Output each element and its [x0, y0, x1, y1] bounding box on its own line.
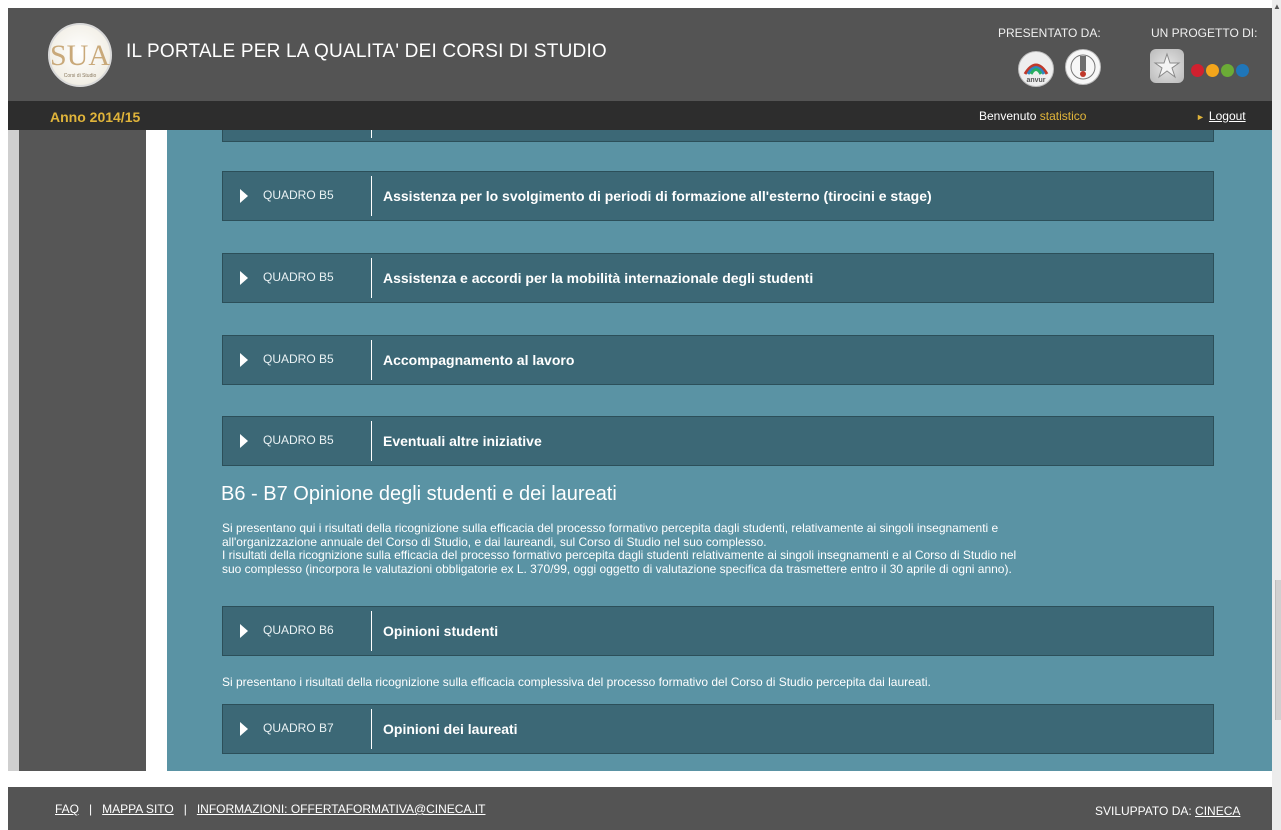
anvur-logo[interactable]: anvur [1018, 51, 1054, 87]
row-divider [371, 709, 372, 749]
expand-triangle-icon[interactable] [240, 722, 248, 736]
scrollbar-thumb[interactable] [1275, 580, 1281, 720]
expand-triangle-icon[interactable] [240, 271, 248, 285]
cineca-link[interactable]: CINECA [1195, 804, 1240, 818]
italian-republic-emblem [1150, 49, 1184, 83]
quadro-title: Opinioni studenti [383, 623, 499, 639]
username: statistico [1039, 109, 1087, 123]
expand-triangle-icon[interactable] [240, 189, 248, 203]
quadro-row[interactable]: QUADRO B5 Accompagnamento al lavoro [222, 335, 1214, 385]
description-line: I risultati della ricognizione sulla eff… [222, 548, 1017, 562]
quadro-code: QUADRO B5 [263, 270, 334, 284]
sitemap-link[interactable]: MAPPA SITO [102, 802, 174, 816]
miur-dot-i [1206, 64, 1219, 77]
description-line: Si presentano qui i risultati della rico… [222, 521, 999, 535]
quadro-title: Eventuali altre iniziative [383, 433, 542, 449]
expand-triangle-icon[interactable] [240, 353, 248, 367]
quadro-title: Assistenza per lo svolgimento di periodi… [383, 188, 932, 204]
site-footer: FAQ | MAPPA SITO | INFORMAZIONI: OFFERTAFORM… [8, 787, 1272, 830]
logout-area: ► Logout [1196, 109, 1246, 123]
logo-text: SUA [50, 39, 110, 72]
footer-links: FAQ | MAPPA SITO | INFORMAZIONI: OFFERTAFORM… [55, 802, 485, 816]
expand-triangle-icon[interactable] [240, 434, 248, 448]
sua-logo[interactable]: SUA Corsi di Studio [48, 23, 112, 87]
scroll-up-arrow-icon[interactable]: ▲ [1273, 2, 1281, 12]
quadro-row[interactable]: QUADRO B7 Opinioni dei laureati [222, 704, 1214, 754]
row-divider [371, 611, 372, 651]
description-line: suo complesso (incorpora le valutazioni … [222, 561, 1012, 576]
row-divider [371, 421, 372, 461]
description-line: all'organizzazione annuale del Corso di … [222, 534, 767, 549]
miur-dot-m [1191, 64, 1204, 77]
miur-logo[interactable] [1191, 63, 1265, 79]
footer-separator: | [183, 802, 187, 816]
logo-sub: Corsi di Studio [64, 73, 97, 79]
quadro-code: QUADRO B6 [263, 623, 334, 637]
quadro-code: QUADRO B5 [263, 433, 334, 447]
anvur-text: anvur [1026, 77, 1045, 84]
row-divider [371, 176, 372, 216]
quadro-title: Assistenza e accordi per la mobilità int… [383, 270, 814, 286]
presented-by-label: PRESENTATO DA: [998, 26, 1101, 40]
quadro-code: QUADRO B5 [263, 352, 334, 366]
quadro-row[interactable]: QUADRO B5 Assistenza per lo svolgimento … [222, 171, 1214, 221]
project-by-label: UN PROGETTO DI: [1151, 26, 1258, 40]
site-header: SUA Corsi di Studio IL PORTALE PER LA QU… [8, 8, 1272, 101]
quadro-code: QUADRO B5 [263, 188, 334, 202]
quadro-code: QUADRO B7 [263, 721, 334, 735]
academic-year: Anno 2014/15 [50, 109, 141, 125]
section-description: Si presentano qui i risultati della rico… [222, 521, 1212, 576]
university-logo[interactable] [1065, 49, 1101, 85]
triangle-right-icon: ► [1196, 112, 1205, 122]
quadro-row[interactable]: QUADRO B5 Eventuali altre iniziative [222, 416, 1214, 466]
user-bar: Anno 2014/15 Benvenuto statistico ► Logou… [8, 101, 1272, 130]
miur-dot-r [1236, 64, 1249, 77]
row-divider [371, 340, 372, 380]
row-divider [371, 130, 372, 138]
sidebar [19, 130, 146, 771]
quadro-title: Accompagnamento al lavoro [383, 352, 575, 368]
section-heading: B6 - B7 Opinione degli studenti e dei la… [221, 483, 617, 505]
info-email-link[interactable]: INFORMAZIONI: OFFERTAFORMATIVA@CINECA.IT [197, 802, 486, 816]
portal-title: IL PORTALE PER LA QUALITA' DEI CORSI DI … [126, 41, 607, 62]
miur-dot-u [1221, 64, 1234, 77]
b7-description: Si presentano i risultati della ricogniz… [222, 675, 931, 689]
logout-link[interactable]: Logout [1209, 109, 1246, 123]
welcome-label: Benvenuto [979, 109, 1037, 123]
welcome-message: Benvenuto statistico [979, 109, 1086, 123]
developed-by: SVILUPPATO DA: CINECA [1095, 804, 1240, 818]
left-margin-strip [8, 130, 19, 773]
quadro-title: Opinioni dei laureati [383, 721, 518, 737]
quadro-row-partial[interactable] [222, 130, 1214, 142]
quadro-row[interactable]: QUADRO B5 Assistenza e accordi per la mo… [222, 253, 1214, 303]
developed-by-label: SVILUPPATO DA: [1095, 804, 1192, 818]
expand-triangle-icon[interactable] [240, 624, 248, 638]
page-gap [8, 771, 1272, 787]
footer-separator: | [89, 802, 93, 816]
faq-link[interactable]: FAQ [55, 802, 79, 816]
quadro-row[interactable]: QUADRO B6 Opinioni studenti [222, 606, 1214, 656]
row-divider [371, 258, 372, 298]
